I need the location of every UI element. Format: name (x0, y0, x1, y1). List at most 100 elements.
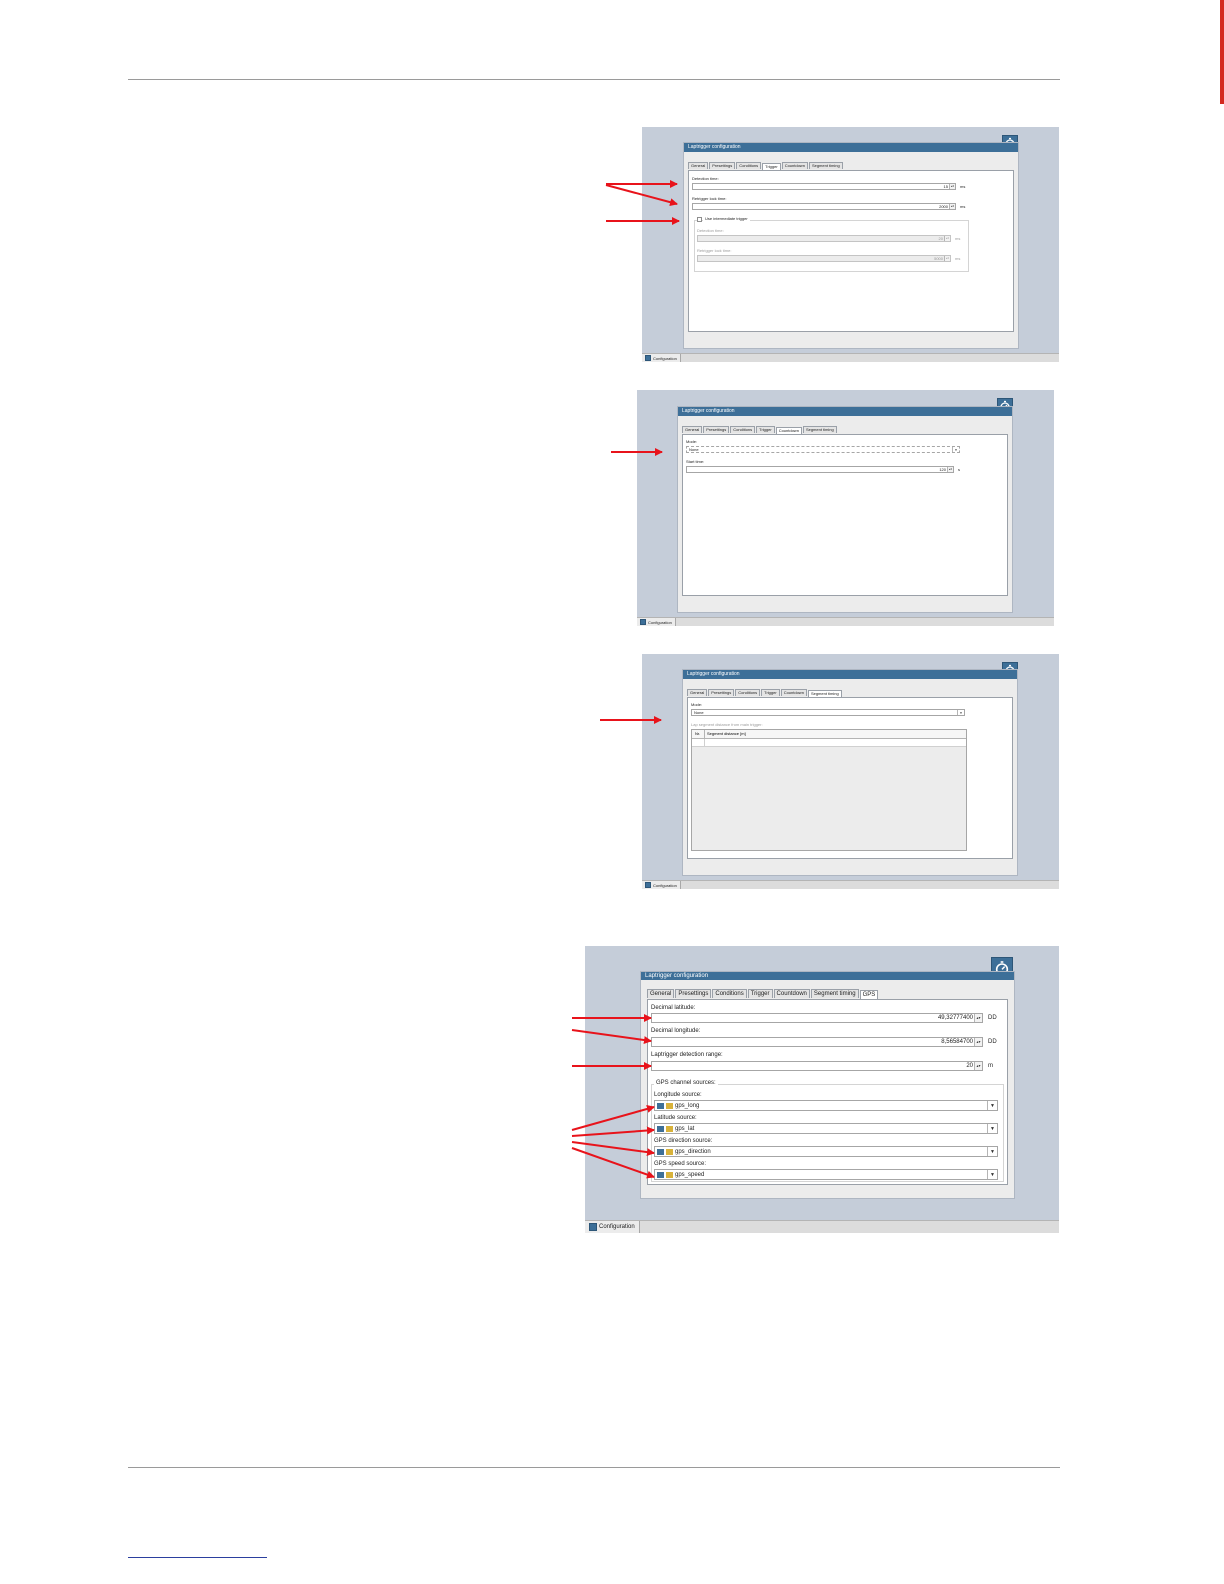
tab-presettings[interactable]: Presettings (675, 989, 712, 998)
inter-detection-input[interactable]: 20 ▴▾ (697, 235, 951, 242)
screenshot-trigger: Laptrigger configuration General Presett… (642, 127, 1059, 362)
start-time-input[interactable]: 120 ▴▾ (686, 466, 954, 473)
segment-table[interactable]: Nr. Segment distance [m] (691, 729, 967, 851)
latitude-unit: DD (988, 1015, 997, 1021)
longitude-input[interactable]: 8,56584700 ▴▾ (651, 1037, 983, 1047)
direction-source-value: gps_direction (675, 1149, 711, 1155)
chevron-down-icon[interactable]: ▼ (987, 1124, 997, 1133)
mode-select[interactable]: None ▼ (691, 709, 965, 716)
statusbar-configuration-tab[interactable]: Configuration (642, 354, 681, 362)
statusbar-configuration-tab[interactable]: Configuration (637, 618, 676, 626)
detection-range-input[interactable]: 20 ▴▾ (651, 1061, 983, 1071)
tab-panel: Decimal latitude: 49,32777400 ▴▾ DD Deci… (647, 999, 1008, 1185)
inter-retrigger-value: 5000 (934, 256, 943, 261)
configuration-icon (645, 882, 651, 888)
mode-label: Mode: (691, 702, 703, 707)
mode-value: None (689, 447, 699, 452)
tab-countdown[interactable]: Countdown (781, 162, 808, 169)
tab-presettings[interactable]: Presettings (709, 162, 736, 169)
detection-range-spinner[interactable]: ▴▾ (974, 1062, 982, 1070)
config-window: Laptrigger configuration General Presett… (683, 142, 1019, 349)
config-window: Laptrigger configuration General Presett… (682, 669, 1018, 876)
retrigger-lock-input[interactable]: 2000 ▴▾ (692, 203, 956, 210)
direction-source-label: GPS direction source: (654, 1138, 713, 1144)
data-source-icon (666, 1172, 673, 1178)
direction-source-select[interactable]: gps_direction ▼ (654, 1146, 998, 1157)
speed-source-select[interactable]: gps_speed ▼ (654, 1169, 998, 1180)
data-source-icon (666, 1149, 673, 1155)
data-source-icon (666, 1126, 673, 1132)
tab-countdown[interactable]: Countdown (775, 427, 802, 434)
latitude-source-select[interactable]: gps_lat ▼ (654, 1123, 998, 1134)
tab-conditions[interactable]: Conditions (730, 426, 756, 433)
header-rule (128, 79, 1060, 80)
tab-conditions[interactable]: Conditions (735, 689, 761, 696)
tab-trigger[interactable]: Trigger (761, 689, 780, 696)
tab-segment-timing[interactable]: Segment timing (808, 162, 843, 169)
tab-countdown[interactable]: Countdown (780, 689, 807, 696)
inter-retrigger-label: Retrigger lock time: (697, 248, 732, 253)
longitude-spinner[interactable]: ▴▾ (974, 1038, 982, 1046)
mode-label: Mode: (686, 439, 698, 444)
tab-trigger[interactable]: Trigger (747, 989, 773, 998)
chevron-down-icon[interactable]: ▼ (987, 1101, 997, 1110)
longitude-unit: DD (988, 1039, 997, 1045)
inter-detection-spinner[interactable]: ▴▾ (944, 236, 950, 241)
screenshot-segment-timing: Laptrigger configuration General Presett… (642, 654, 1059, 889)
tab-general[interactable]: General (688, 162, 709, 169)
tab-trigger[interactable]: Trigger (756, 426, 775, 433)
statusbar-configuration-tab[interactable]: Configuration (642, 881, 681, 889)
tab-gps[interactable]: GPS (859, 990, 879, 999)
page-edge-marker (1220, 0, 1224, 104)
start-time-spinner[interactable]: ▴▾ (947, 467, 953, 472)
detection-range-unit: m (988, 1063, 993, 1069)
detection-time-input[interactable]: 15 ▴▾ (692, 183, 956, 190)
tab-presettings[interactable]: Presettings (703, 426, 730, 433)
tab-countdown[interactable]: Countdown (773, 989, 810, 998)
tab-conditions[interactable]: Conditions (712, 989, 747, 998)
window-title: Laptrigger configuration (641, 972, 1014, 980)
chevron-down-icon[interactable]: ▼ (957, 710, 964, 715)
config-window: Laptrigger configuration General Presett… (677, 406, 1013, 613)
tab-trigger[interactable]: Trigger (762, 163, 781, 170)
latitude-input[interactable]: 49,32777400 ▴▾ (651, 1013, 983, 1023)
tab-presettings[interactable]: Presettings (708, 689, 735, 696)
column-header-nr[interactable]: Nr. (695, 731, 700, 736)
tab-general[interactable]: General (687, 689, 708, 696)
inter-retrigger-input[interactable]: 5000 ▴▾ (697, 255, 951, 262)
retrigger-lock-spinner[interactable]: ▴▾ (949, 204, 955, 209)
tab-general[interactable]: General (682, 426, 703, 433)
longitude-source-select[interactable]: gps_long ▼ (654, 1100, 998, 1111)
start-time-value: 120 (939, 467, 946, 472)
intermediate-trigger-group (694, 220, 969, 272)
intermediate-trigger-checkbox[interactable] (697, 217, 702, 222)
latitude-spinner[interactable]: ▴▾ (974, 1014, 982, 1022)
mode-select[interactable]: None ▼ (686, 446, 960, 453)
column-header-distance[interactable]: Segment distance [m] (707, 731, 746, 736)
detection-time-value: 15 (943, 184, 948, 189)
statusbar-configuration-label: Configuration (653, 882, 677, 888)
tab-segment-timing[interactable]: Segment timing (802, 426, 837, 433)
statusbar-configuration-label: Configuration (648, 619, 672, 625)
channel-icon (657, 1149, 664, 1155)
chevron-down-icon[interactable]: ▼ (952, 447, 959, 452)
tab-bar: General Presettings Conditions Trigger C… (647, 989, 879, 999)
tab-bar: General Presettings Conditions Trigger C… (688, 162, 844, 170)
tab-segment-timing[interactable]: Segment timing (807, 690, 842, 697)
detection-range-value: 20 (966, 1063, 973, 1069)
tab-conditions[interactable]: Conditions (736, 162, 762, 169)
statusbar-configuration-tab[interactable]: Configuration (585, 1221, 640, 1233)
detection-time-spinner[interactable]: ▴▾ (949, 184, 955, 189)
retrigger-lock-label: Retrigger lock time: (692, 196, 727, 201)
tab-segment-timing[interactable]: Segment timing (810, 989, 859, 998)
longitude-source-label: Longitude source: (654, 1092, 702, 1098)
tab-general[interactable]: General (647, 989, 675, 998)
window-title: Laptrigger configuration (684, 143, 1018, 152)
table-row[interactable] (692, 739, 966, 747)
tab-bar: General Presettings Conditions Trigger C… (682, 426, 838, 434)
chevron-down-icon[interactable]: ▼ (987, 1170, 997, 1179)
tab-bar: General Presettings Conditions Trigger C… (687, 689, 843, 697)
inter-detection-value: 20 (938, 236, 943, 241)
inter-retrigger-spinner[interactable]: ▴▾ (944, 256, 950, 261)
chevron-down-icon[interactable]: ▼ (987, 1147, 997, 1156)
